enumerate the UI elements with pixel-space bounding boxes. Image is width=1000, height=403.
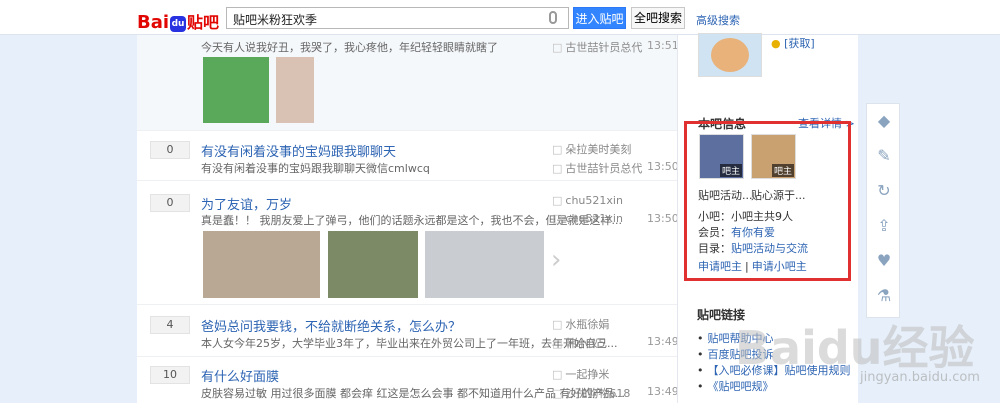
refresh-icon[interactable]: ↻: [875, 182, 893, 200]
rifle-image[interactable]: [203, 231, 320, 298]
chevron-right-icon[interactable]: ›: [551, 245, 561, 275]
thread-title[interactable]: 为了友谊，万岁: [201, 194, 292, 213]
thread-author[interactable]: 水瓶徐娟: [552, 316, 609, 332]
portrait-image[interactable]: [276, 57, 314, 123]
floating-toolbar: ◆ ✎ ↻ ⇪ ♥ ⚗: [866, 103, 900, 318]
reply-count: 0: [150, 194, 190, 212]
list-item: 0 有没有闲着没事的宝妈跟我聊聊天 有没有闲着没事的宝妈跟我聊聊天微信cmlwc…: [137, 131, 679, 181]
reply-count: 4: [150, 316, 190, 334]
thread-time: 13:51: [647, 39, 679, 52]
microphone-icon[interactable]: [549, 11, 557, 24]
thread-abstract: 有没有闲着没事的宝妈跟我聊聊天微信cmlwcq: [201, 162, 430, 175]
link-bylaws[interactable]: 《贴吧吧规》: [697, 378, 774, 394]
thread-replier[interactable]: 沙优购物618: [552, 385, 630, 401]
watermark-url: jingyan.baidu.com: [860, 370, 980, 385]
reply-count: 10: [150, 366, 190, 384]
thread-author[interactable]: 朵拉美时美刻: [552, 141, 631, 157]
thread-author[interactable]: chu521xin: [552, 194, 623, 207]
thread-abstract: 今天有人说我好丑，我哭了，我心疼他，年纪轻轻眼睛就瞎了: [201, 41, 498, 54]
thread-author[interactable]: 一起挣米: [552, 366, 609, 382]
list-item: 4 爸妈总问我要钱，不给就断绝关系，怎么办？ 本人女今年25岁，大学毕业3年了，…: [137, 305, 679, 357]
heart-icon[interactable]: ♥: [875, 252, 893, 270]
flask-icon[interactable]: ⚗: [875, 287, 893, 305]
coin-info: ● [获取]: [771, 35, 815, 51]
logo-tieba: 贴吧: [187, 13, 220, 32]
outdoor-image[interactable]: [328, 231, 418, 298]
list-item: 0 为了友谊，万岁 真是蠢！！ 我朋友爱上了弹弓，他们的话题永远都是这个，我也不…: [137, 181, 679, 305]
share-icon[interactable]: ⇪: [875, 217, 893, 235]
list-item: 10 有什么好面膜 皮肤容易过敏 用过很多面膜 都会痒 红这是怎么会事 都不知道…: [137, 357, 679, 403]
thread-time: 13:50: [647, 212, 679, 225]
thread-replier[interactable]: 古世喆针员总代: [552, 160, 642, 176]
enter-tieba-button[interactable]: 进入贴吧: [573, 7, 626, 29]
location-icon[interactable]: ◆: [875, 112, 893, 130]
rifle-image-2[interactable]: [425, 231, 544, 298]
bear-avatar-icon: [711, 38, 749, 72]
thread-list: 今天有人说我好丑，我哭了，我心疼他，年纪轻轻眼睛就瞎了 古世喆针员总代 13:5…: [137, 35, 679, 403]
coin-icon: ●: [771, 37, 781, 50]
top-bar: Bai du 贴吧 贴吧米粉狂欢季 进入贴吧 全吧搜索 高级搜索: [0, 0, 1000, 35]
thread-time: 13:49: [647, 385, 679, 398]
thread-title[interactable]: 爸妈总问我要钱，不给就断绝关系，怎么办？: [201, 316, 461, 335]
search-all-button[interactable]: 全吧搜索: [631, 7, 685, 29]
thread-title[interactable]: 有什么好面膜: [201, 366, 279, 385]
thread-replier[interactable]: chu521xin: [552, 212, 623, 225]
qr-code-image[interactable]: [203, 57, 269, 123]
search-input[interactable]: 贴吧米粉狂欢季: [226, 7, 569, 29]
thread-replier[interactable]: 古世喆针员总代: [552, 39, 642, 55]
watermark-logo: Baidu经验: [735, 321, 975, 375]
get-coin-link[interactable]: [获取]: [784, 37, 815, 50]
reply-count: 0: [150, 141, 190, 159]
edit-icon[interactable]: ✎: [875, 147, 893, 165]
avatar[interactable]: [698, 33, 762, 77]
thread-title[interactable]: 有没有闲着没事的宝妈跟我聊聊天: [201, 141, 396, 160]
thread-time: 13:50: [647, 160, 679, 173]
highlight-box: [684, 121, 851, 281]
paw-icon: du: [170, 16, 187, 32]
thread-replier[interactable]: 韩小仪5: [552, 335, 605, 351]
logo-bai: Bai: [137, 12, 170, 33]
baidu-tieba-logo[interactable]: Bai du 贴吧: [137, 9, 219, 33]
advanced-search-link[interactable]: 高级搜索: [696, 12, 740, 28]
thread-time: 13:49: [647, 335, 679, 348]
list-item: 今天有人说我好丑，我哭了，我心疼他，年纪轻轻眼睛就瞎了 古世喆针员总代 13:5…: [137, 35, 679, 131]
